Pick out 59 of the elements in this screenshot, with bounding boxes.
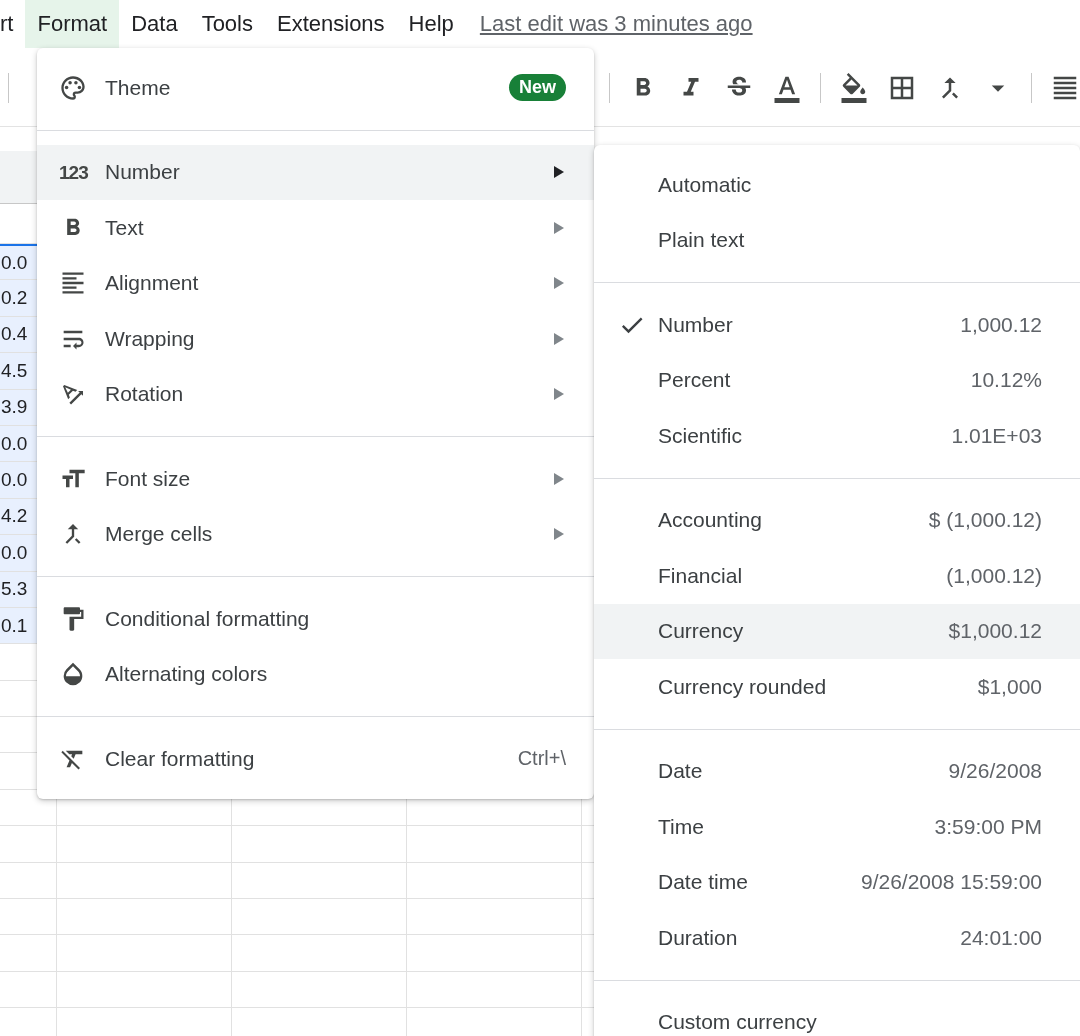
format-example: 10.12%	[970, 368, 1042, 393]
format-example: $1,000.12	[948, 619, 1042, 644]
fill-color-icon[interactable]	[839, 73, 870, 103]
menu-item[interactable]: Date 9/26/2008	[594, 743, 1080, 799]
table-cell: 0.1	[1, 614, 28, 637]
format-example: 9/26/2008	[948, 759, 1042, 784]
menu-item[interactable]: Text	[37, 200, 594, 256]
menu-item[interactable]: Number 1,000.12	[594, 297, 1080, 353]
menu-item[interactable]: Wrapping	[37, 311, 594, 367]
menu-item[interactable]: Plain text	[594, 212, 1080, 268]
table-cell: 5.3	[1, 578, 28, 601]
format-example: $1,000	[977, 674, 1042, 699]
last-edit-link[interactable]: Last edit was 3 minutes ago	[479, 11, 753, 37]
table-cell: 4.2	[1, 505, 28, 528]
menu-bar-item[interactable]: Data	[119, 0, 190, 48]
menu-item[interactable]: Rotation	[37, 366, 594, 422]
menu-item[interactable]: Currency $1,000.12	[594, 603, 1080, 659]
menu-item[interactable]: Duration 24:01:00	[594, 910, 1080, 966]
menu-item[interactable]: Currency rounded $1,000	[594, 659, 1080, 715]
menu-item[interactable]: Conditional formatting	[37, 591, 594, 647]
menu-bar-item[interactable]: Tools	[189, 0, 265, 48]
menu-item[interactable]: Percent 10.12%	[594, 352, 1080, 408]
menu-item[interactable]: Alternating colors	[37, 646, 594, 702]
menu-item[interactable]: Theme New	[37, 60, 594, 116]
menu-bar-item[interactable]: Extensions	[265, 0, 397, 48]
table-cell: 0.4	[1, 323, 28, 346]
number-icon: 123	[59, 162, 88, 182]
format-example: 1,000.12	[960, 312, 1042, 337]
table-cell: 0.2	[1, 287, 28, 310]
format-example: $ (1,000.12)	[928, 508, 1042, 533]
menu-item[interactable]: Custom currency	[594, 994, 1080, 1036]
table-cell: 0.0	[1, 432, 28, 455]
menu-bar-item[interactable]: rt	[0, 0, 26, 48]
shortcut-text: Ctrl+\	[517, 747, 566, 771]
format-example: 24:01:00	[960, 925, 1042, 950]
table-cell: 0.0	[1, 541, 28, 564]
menu-item[interactable]: Alignment	[37, 255, 594, 311]
menu-item[interactable]: Accounting $ (1,000.12)	[594, 492, 1080, 548]
menu-item[interactable]: Automatic	[594, 157, 1080, 213]
format-example: 3:59:00 PM	[934, 814, 1042, 839]
new-badge: New	[509, 74, 566, 102]
menu-bar-item[interactable]: Help	[396, 0, 466, 48]
menu-item[interactable]: Date time 9/26/2008 15:59:00	[594, 854, 1080, 910]
menu-item[interactable]: Time 3:59:00 PM	[594, 799, 1080, 855]
format-example: 1.01E+03	[951, 423, 1042, 448]
format-example: (1,000.12)	[946, 563, 1042, 588]
table-cell: 3.9	[1, 396, 28, 419]
menu-item[interactable]: Scientific 1.01E+03	[594, 408, 1080, 464]
menu-item[interactable]: Merge cells	[37, 506, 594, 562]
menu-item[interactable]: Financial (1,000.12)	[594, 548, 1080, 604]
palette-icon	[59, 73, 87, 102]
menu-item[interactable]: Clear formatting Ctrl+\	[37, 731, 594, 787]
menu-item[interactable]: Font size	[37, 451, 594, 507]
menu-bar-item[interactable]: Format	[25, 0, 120, 48]
menu-item[interactable]: 123 Number	[37, 144, 594, 200]
table-cell: 0.0	[1, 469, 28, 492]
table-cell: 0.0	[1, 251, 28, 274]
format-example: 9/26/2008 15:59:00	[861, 870, 1042, 895]
table-cell: 4.5	[1, 359, 28, 382]
